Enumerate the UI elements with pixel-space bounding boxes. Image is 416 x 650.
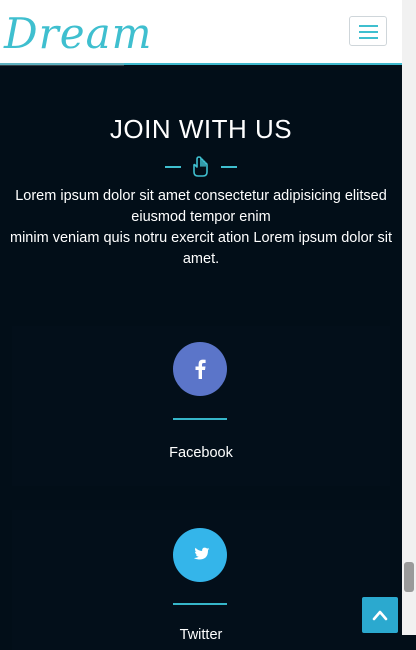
menu-toggle-button[interactable] bbox=[349, 16, 387, 46]
facebook-button[interactable] bbox=[173, 342, 227, 396]
twitter-icon bbox=[193, 547, 210, 560]
section-title: JOIN WITH US bbox=[109, 114, 293, 144]
social-label-facebook[interactable]: Facebook bbox=[12, 445, 390, 461]
scroll-to-top-button[interactable] bbox=[362, 597, 398, 633]
navbar-divider bbox=[0, 63, 124, 66]
social-label-twitter[interactable]: Twitter bbox=[12, 627, 390, 643]
scrollbar[interactable] bbox=[402, 0, 416, 635]
description-line: minim veniam quis notru exercit ation Lo… bbox=[10, 230, 392, 267]
hamburger-menu-icon-bar bbox=[359, 37, 378, 39]
navbar: Dream bbox=[0, 0, 402, 65]
facebook-icon bbox=[195, 359, 206, 379]
scrollbar-thumb[interactable] bbox=[404, 562, 414, 592]
title-ornament bbox=[165, 156, 237, 177]
twitter-button[interactable] bbox=[173, 528, 227, 582]
section-description: Lorem ipsum dolor sit amet consectetur a… bbox=[6, 186, 396, 270]
hamburger-menu-icon-bar bbox=[359, 31, 378, 33]
social-card-twitter[interactable]: Twitter bbox=[12, 510, 390, 650]
brand-logo[interactable]: Dream bbox=[4, 4, 152, 64]
pointing-hand-icon bbox=[193, 156, 208, 177]
chevron-up-icon bbox=[372, 610, 388, 621]
description-line: Lorem ipsum dolor sit amet consectetur a… bbox=[15, 188, 387, 225]
social-card-facebook[interactable]: Facebook bbox=[12, 326, 390, 486]
hamburger-menu-icon bbox=[359, 25, 378, 27]
social-divider bbox=[173, 603, 227, 605]
social-divider bbox=[173, 418, 227, 420]
